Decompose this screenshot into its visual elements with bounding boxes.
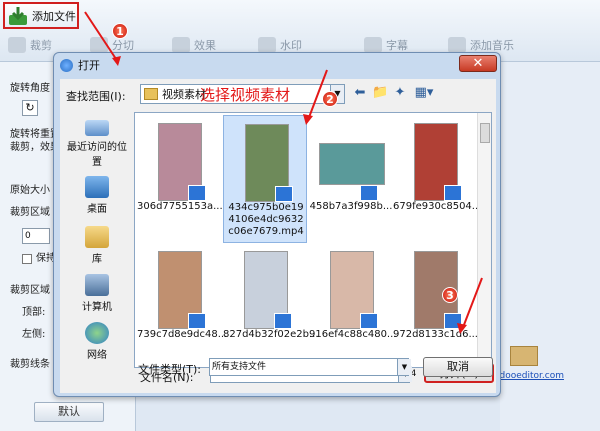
- arrow-3: [461, 277, 483, 331]
- arrow-1: [84, 11, 119, 63]
- arrow-2-head: [303, 114, 313, 125]
- arrow-1-head: [112, 56, 121, 66]
- arrow-2: [307, 69, 328, 121]
- arrow-3-head: [457, 323, 467, 334]
- annotation-arrows: [84, 11, 483, 334]
